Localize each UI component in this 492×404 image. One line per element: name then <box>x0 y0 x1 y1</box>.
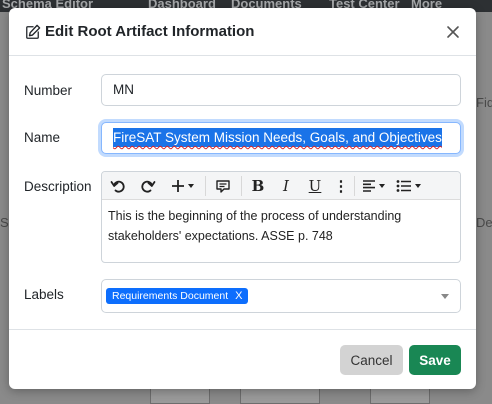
number-label: Number <box>24 83 73 98</box>
background-fragment: De <box>476 215 492 230</box>
comment-button[interactable] <box>212 176 234 196</box>
label-chip: Requirements Document X <box>106 288 249 304</box>
dialog-header: Edit Root Artifact Information <box>9 8 476 56</box>
description-label: Description <box>24 179 92 194</box>
number-field[interactable]: MN <box>101 74 461 106</box>
insert-dropdown[interactable] <box>168 176 198 196</box>
redo-icon <box>141 180 156 193</box>
close-icon[interactable] <box>446 25 460 39</box>
list-icon <box>396 180 411 192</box>
dialog-footer: Cancel Save <box>9 329 476 389</box>
name-field[interactable]: FireSAT System Mission Needs, Goals, and… <box>101 122 461 154</box>
italic-button[interactable]: I <box>276 176 296 196</box>
number-value: MN <box>113 82 134 97</box>
chevron-down-icon <box>415 184 421 188</box>
name-label: Name <box>24 130 61 145</box>
background-fragment: S <box>0 215 9 230</box>
edit-artifact-dialog: Edit Root Artifact Information Number MN… <box>9 8 476 389</box>
bold-button[interactable]: B <box>248 176 268 196</box>
chevron-down-icon <box>188 184 194 188</box>
labels-select[interactable]: Requirements Document X <box>101 279 461 313</box>
edit-icon <box>26 24 41 39</box>
plus-icon <box>172 180 184 192</box>
dialog-title: Edit Root Artifact Information <box>45 23 255 40</box>
undo-icon <box>110 180 125 193</box>
toolbar-divider <box>205 176 206 196</box>
remove-label-button[interactable]: X <box>235 288 242 304</box>
align-icon <box>363 180 375 192</box>
cancel-button[interactable]: Cancel <box>340 345 403 375</box>
labels-label: Labels <box>24 287 64 302</box>
redo-button[interactable] <box>138 176 158 196</box>
label-chip-text: Requirements Document <box>112 290 229 302</box>
toolbar-divider <box>241 176 242 196</box>
save-button[interactable]: Save <box>409 345 461 375</box>
comment-icon <box>216 180 230 193</box>
align-dropdown[interactable] <box>360 176 388 196</box>
undo-button[interactable] <box>108 176 128 196</box>
name-value: FireSAT System Mission Needs, Goals, and… <box>113 128 442 147</box>
chevron-down-icon[interactable] <box>441 294 449 299</box>
background-fragment: Fid <box>476 95 492 110</box>
editor-toolbar: B I U ⋮ <box>102 172 460 200</box>
chevron-down-icon <box>379 184 385 188</box>
toolbar-divider <box>354 176 355 196</box>
description-text[interactable]: This is the beginning of the process of … <box>102 200 460 262</box>
underline-button[interactable]: U <box>305 176 325 196</box>
list-dropdown[interactable] <box>394 176 424 196</box>
more-formatting-button[interactable]: ⋮ <box>334 176 349 196</box>
description-editor[interactable]: B I U ⋮ This is the beginning of the pro… <box>101 171 461 263</box>
